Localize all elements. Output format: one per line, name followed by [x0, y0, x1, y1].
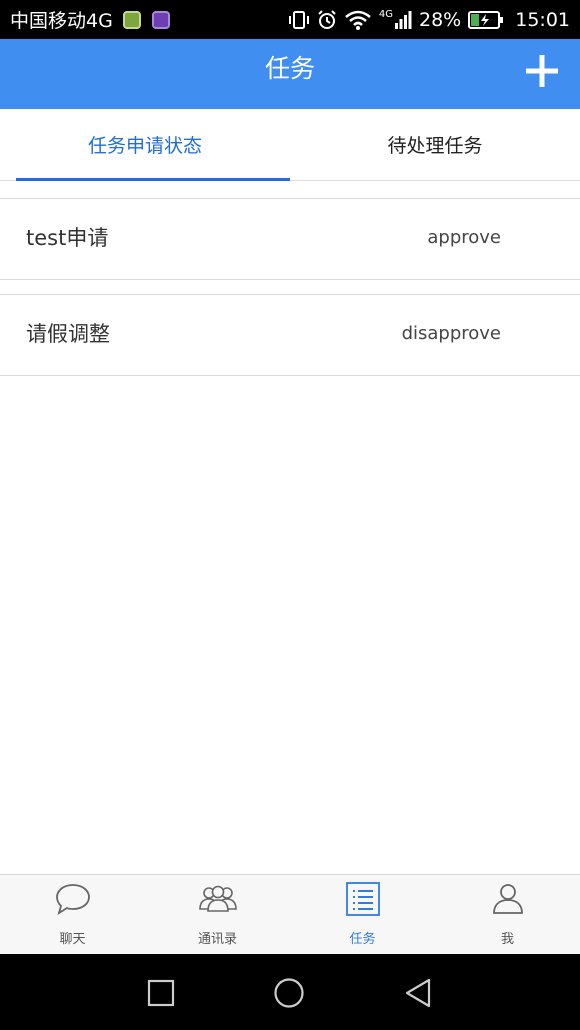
alarm-icon [318, 9, 336, 29]
tab-label: 待处理任务 [387, 135, 483, 157]
chat-bubble-icon [55, 884, 90, 916]
battery-percent: 28% [419, 8, 462, 31]
nav-item-chat[interactable]: 聊天 [0, 875, 145, 955]
recent-apps-button[interactable] [144, 976, 178, 1010]
battery-charging-icon [468, 10, 504, 29]
task-status: disapprove [401, 323, 501, 344]
profile-icon [492, 884, 523, 914]
status-indicators: 4G 28% 15:01 [288, 0, 570, 39]
carrier-name: 中国移动4G [10, 10, 113, 32]
bottom-navigation: 聊天 通讯录 任务 我 [0, 874, 580, 954]
home-button[interactable] [272, 976, 306, 1010]
page-title: 任务 [264, 54, 315, 83]
clock: 15:01 [515, 8, 570, 31]
network-type-badge: 4G [378, 8, 393, 20]
list-item[interactable]: 请假调整 disapprove [0, 294, 580, 376]
tab-application-status[interactable]: 任务申请状态 [0, 109, 290, 181]
task-status: approve [427, 227, 501, 248]
nav-label: 我 [500, 932, 514, 947]
task-title: test申请 [26, 226, 109, 250]
add-task-button[interactable] [524, 53, 560, 89]
cellular-signal: 4G [378, 8, 412, 30]
back-button[interactable] [402, 976, 436, 1010]
gallery-notification-icon [151, 10, 170, 29]
nav-label: 通讯录 [197, 932, 237, 947]
tab-label: 任务申请状态 [87, 135, 202, 157]
status-bar: 中国移动4G 4G 28% 15:01 [0, 0, 580, 39]
nav-label: 任务 [349, 932, 376, 947]
nav-item-tasks[interactable]: 任务 [290, 875, 435, 955]
app-notification-icon [122, 10, 141, 29]
list-item[interactable]: test申请 approve [0, 198, 580, 280]
nav-item-contacts[interactable]: 通讯录 [145, 875, 290, 955]
task-tabs: 任务申请状态 待处理任务 [0, 109, 580, 181]
vibrate-icon [288, 10, 309, 29]
tab-pending-tasks[interactable]: 待处理任务 [290, 109, 580, 181]
plus-icon [526, 55, 558, 87]
task-list-icon [345, 882, 380, 916]
active-tab-indicator [16, 178, 290, 181]
nav-item-me[interactable]: 我 [435, 875, 580, 955]
task-title: 请假调整 [26, 322, 110, 346]
nav-label: 聊天 [59, 932, 86, 947]
signal-bars-icon [395, 10, 412, 29]
wifi-icon [345, 10, 371, 30]
system-navigation-bar [0, 954, 580, 1030]
app-bar: 任务 [0, 39, 580, 109]
contacts-icon [198, 885, 237, 912]
